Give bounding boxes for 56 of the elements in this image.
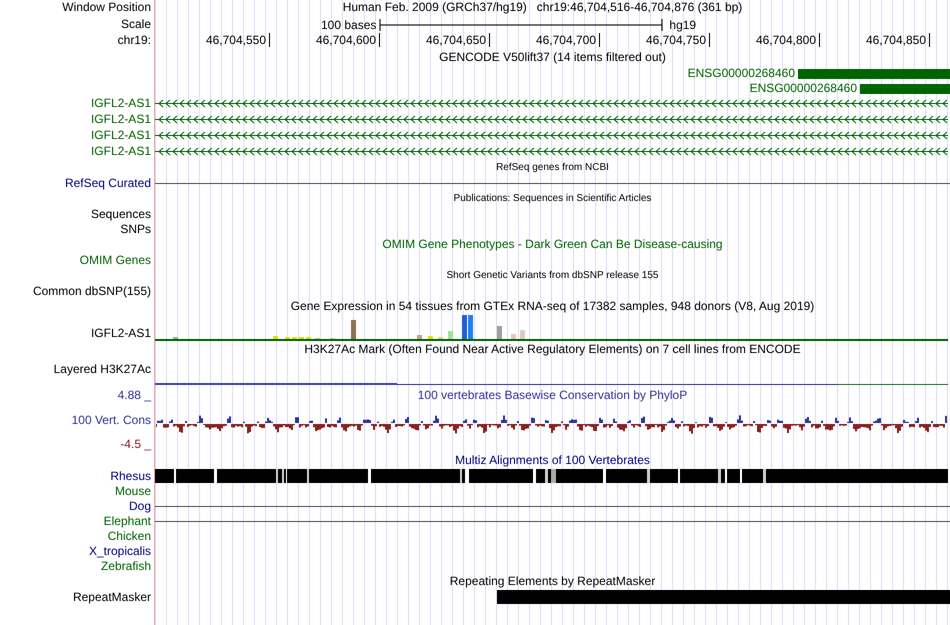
track-title: OMIM Gene Phenotypes - Dark Green Can Be Disease-causing xyxy=(382,237,723,252)
track-label[interactable]: RefSeq Curated xyxy=(64,176,151,191)
track-title: GENCODE V50lift37 (14 items filtered out) xyxy=(439,50,666,65)
track-title: 100 vertebrates Basewise Conservation by PhyloP xyxy=(418,388,688,403)
track-label[interactable]: IGFL2-AS1 xyxy=(90,326,151,340)
track-title: Repeating Elements by RepeatMasker xyxy=(450,574,656,589)
track-title: Publications: Sequences in Scientific Articles xyxy=(454,193,652,205)
track-label[interactable]: IGFL2-AS1 xyxy=(90,96,151,111)
ruler-tick-label: 46,704,600 xyxy=(316,33,376,48)
track-label[interactable]: Rhesus xyxy=(110,469,151,484)
track-label[interactable]: Common dbSNP(155) xyxy=(32,284,151,299)
feature-bar[interactable] xyxy=(860,84,950,94)
window-position: Human Feb. 2009 (GRCh37/hg19) chr19:46,704,516-46,704,876 (361 bp) xyxy=(342,0,742,15)
ruler-tick xyxy=(269,33,270,47)
track-label[interactable]: chr19: xyxy=(118,33,151,48)
assembly-label: hg19 xyxy=(669,18,696,32)
track-label[interactable]: Window Position xyxy=(62,0,151,15)
track-label[interactable]: 100 Vert. Cons xyxy=(72,412,151,428)
ruler-tick xyxy=(819,33,820,47)
track-label[interactable]: Zebrafish xyxy=(100,559,151,574)
ruler-tick-label: 46,704,800 xyxy=(756,33,816,48)
ruler-tick-label: 46,704,850 xyxy=(866,33,926,48)
ruler-tick xyxy=(599,33,600,47)
track-label[interactable]: RepeatMasker xyxy=(72,590,151,605)
track-label[interactable]: IGFL2-AS1 xyxy=(90,144,151,159)
track-title: Gene Expression in 54 tissues from GTEx RNA-seq of 17382 samples, 948 donors (V8, Aug 2019) xyxy=(290,299,814,314)
track-label[interactable]: X_tropicalis xyxy=(88,544,151,559)
track-label[interactable]: SNPs xyxy=(120,222,151,237)
track-label[interactable]: Mouse xyxy=(114,484,151,499)
scale-length: 100 bases xyxy=(321,18,376,32)
track-title: RefSeq genes from NCBI xyxy=(496,162,609,174)
ruler-tick-label: 46,704,750 xyxy=(646,33,706,48)
track-label[interactable]: OMIM Genes xyxy=(80,253,151,268)
feature-label[interactable]: ENSG00000268460 xyxy=(675,66,795,81)
track-label[interactable]: Layered H3K27Ac xyxy=(54,362,151,376)
track-label[interactable]: Dog xyxy=(128,499,151,514)
ruler-tick-label: 46,704,700 xyxy=(536,33,596,48)
track-title: Short Genetic Variants from dbSNP release 155 xyxy=(446,270,658,282)
ruler-tick xyxy=(379,33,380,47)
ruler-tick xyxy=(489,33,490,47)
track-label[interactable]: Sequences xyxy=(90,207,151,222)
feature-label[interactable]: ENSG00000268460 xyxy=(737,81,857,96)
track-label[interactable]: IGFL2-AS1 xyxy=(90,112,151,127)
track-label[interactable]: IGFL2-AS1 xyxy=(90,128,151,143)
ruler-tick xyxy=(929,33,930,47)
feature-bar[interactable] xyxy=(798,68,950,78)
track-label[interactable]: Scale xyxy=(120,17,151,32)
axis-max-label: 4.88 _ xyxy=(118,388,151,403)
track-title: Multiz Alignments of 100 Vertebrates xyxy=(455,453,650,468)
track-label[interactable]: Chicken xyxy=(108,529,151,544)
ruler-tick-label: 46,704,650 xyxy=(426,33,486,48)
track-label[interactable]: Elephant xyxy=(104,514,151,529)
axis-min-label: -4.5 _ xyxy=(120,437,151,452)
ruler-tick-label: 46,704,550 xyxy=(206,33,266,48)
track-title: H3K27Ac Mark (Often Found Near Active Regulatory Elements) on 7 cell lines from ENCODE xyxy=(304,342,801,357)
ruler-tick xyxy=(709,33,710,47)
